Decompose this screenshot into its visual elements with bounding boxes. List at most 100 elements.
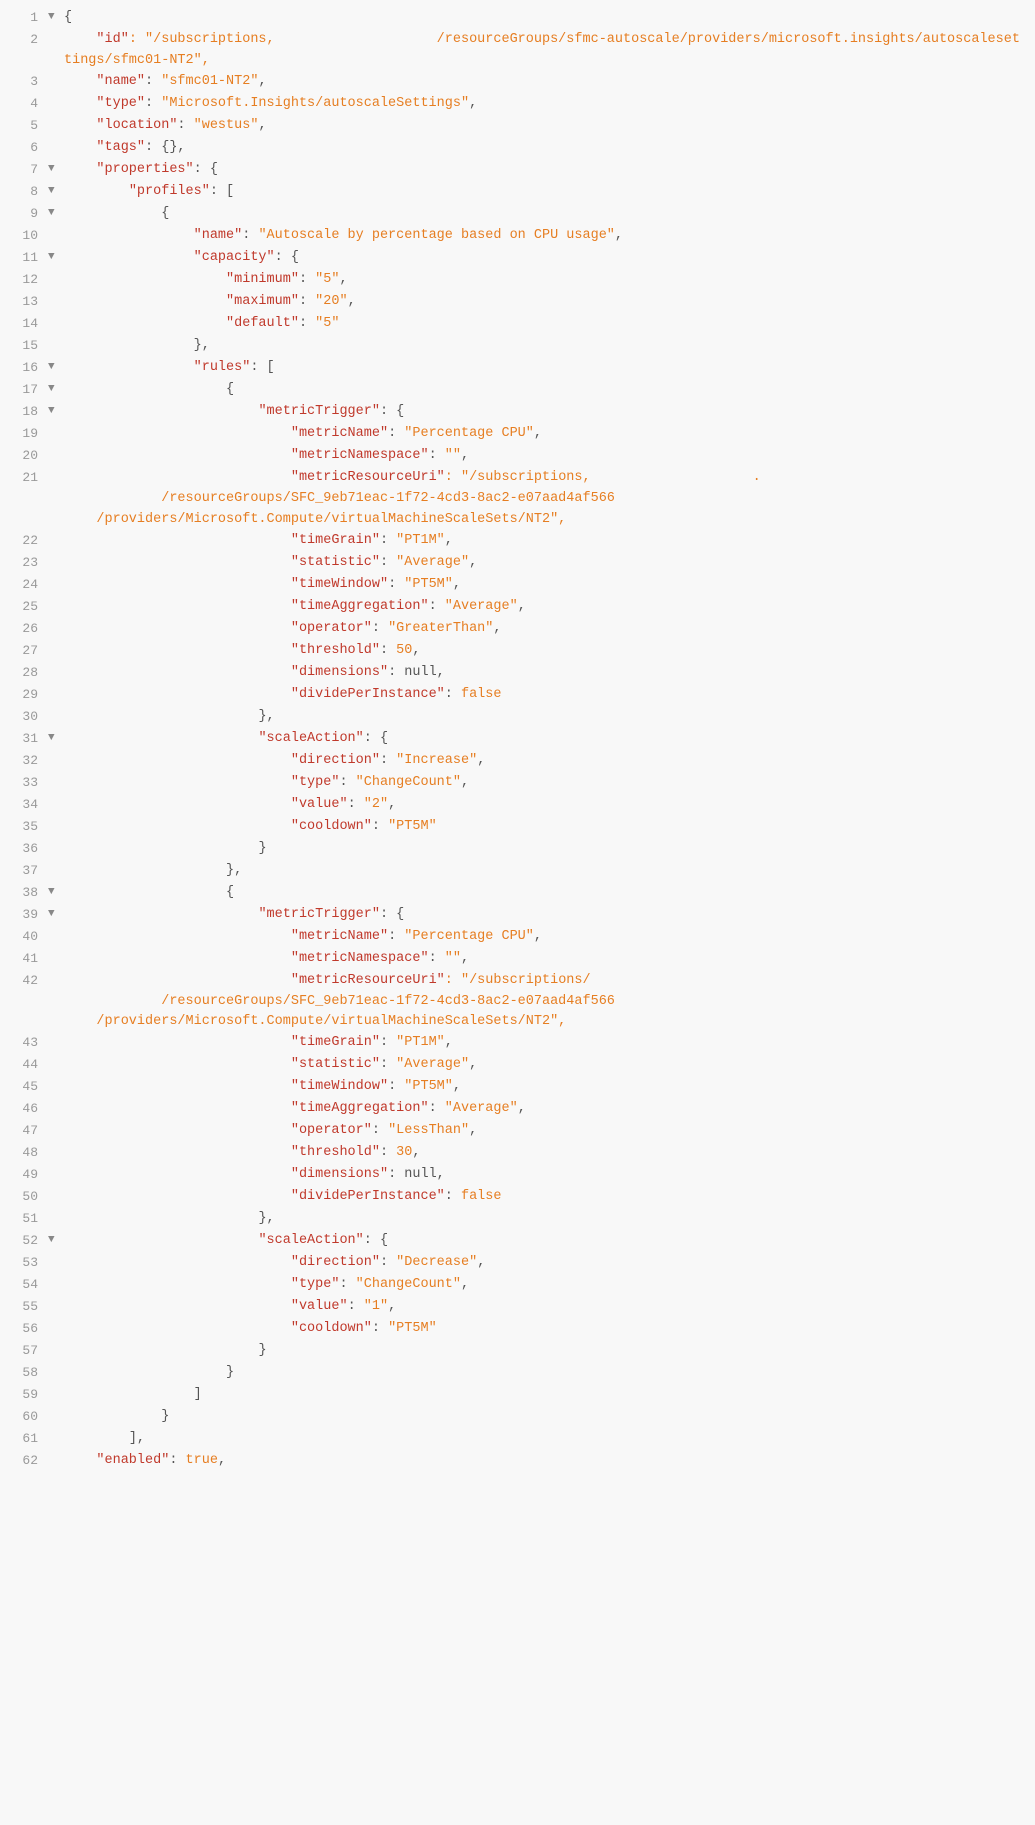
line-number: 2 bbox=[0, 30, 48, 50]
line-content: "enabled": true, bbox=[64, 1451, 1035, 1472]
code-line: 16▼ "rules": [ bbox=[0, 358, 1035, 380]
line-content: "direction": "Decrease", bbox=[64, 1253, 1035, 1274]
fold-arrow bbox=[48, 619, 64, 620]
line-number: 49 bbox=[0, 1165, 48, 1185]
code-line: 38▼ { bbox=[0, 883, 1035, 905]
line-content: "default": "5" bbox=[64, 314, 1035, 335]
line-number: 5 bbox=[0, 116, 48, 136]
fold-arrow[interactable]: ▼ bbox=[48, 1231, 64, 1249]
code-line: 61 ], bbox=[0, 1429, 1035, 1451]
fold-arrow bbox=[48, 1099, 64, 1100]
line-number: 13 bbox=[0, 292, 48, 312]
fold-arrow bbox=[48, 1297, 64, 1298]
code-line: 19 "metricName": "Percentage CPU", bbox=[0, 424, 1035, 446]
code-line: 58 } bbox=[0, 1363, 1035, 1385]
line-number: 4 bbox=[0, 94, 48, 114]
line-content: "tags": {}, bbox=[64, 138, 1035, 159]
line-number: 19 bbox=[0, 424, 48, 444]
fold-arrow bbox=[48, 1033, 64, 1034]
fold-arrow[interactable]: ▼ bbox=[48, 204, 64, 222]
fold-arrow bbox=[48, 468, 64, 469]
fold-arrow bbox=[48, 553, 64, 554]
fold-arrow bbox=[48, 927, 64, 928]
fold-arrow bbox=[48, 1275, 64, 1276]
code-line: 45 "timeWindow": "PT5M", bbox=[0, 1077, 1035, 1099]
fold-arrow bbox=[48, 1451, 64, 1452]
fold-arrow[interactable]: ▼ bbox=[48, 402, 64, 420]
line-content: }, bbox=[64, 861, 1035, 882]
line-number: 33 bbox=[0, 773, 48, 793]
code-line: 11▼ "capacity": { bbox=[0, 248, 1035, 270]
code-container: 1▼{2 "id": "/subscriptions, /resourceGro… bbox=[0, 0, 1035, 1825]
fold-arrow bbox=[48, 1253, 64, 1254]
fold-arrow bbox=[48, 685, 64, 686]
fold-arrow[interactable]: ▼ bbox=[48, 8, 64, 26]
code-line: 33 "type": "ChangeCount", bbox=[0, 773, 1035, 795]
fold-arrow[interactable]: ▼ bbox=[48, 380, 64, 398]
fold-arrow bbox=[48, 336, 64, 337]
line-number: 61 bbox=[0, 1429, 48, 1449]
fold-arrow[interactable]: ▼ bbox=[48, 358, 64, 376]
line-number: 14 bbox=[0, 314, 48, 334]
fold-arrow bbox=[48, 1407, 64, 1408]
line-content: "threshold": 30, bbox=[64, 1143, 1035, 1164]
fold-arrow bbox=[48, 116, 64, 117]
code-line: 17▼ { bbox=[0, 380, 1035, 402]
code-line: 34 "value": "2", bbox=[0, 795, 1035, 817]
line-number: 46 bbox=[0, 1099, 48, 1119]
line-number: 21 bbox=[0, 468, 48, 488]
line-number: 45 bbox=[0, 1077, 48, 1097]
code-line: 13 "maximum": "20", bbox=[0, 292, 1035, 314]
line-content: } bbox=[64, 1341, 1035, 1362]
line-number: 53 bbox=[0, 1253, 48, 1273]
line-number: 8 bbox=[0, 182, 48, 202]
code-line: 28 "dimensions": null, bbox=[0, 663, 1035, 685]
fold-arrow[interactable]: ▼ bbox=[48, 248, 64, 266]
fold-arrow bbox=[48, 839, 64, 840]
fold-arrow bbox=[48, 861, 64, 862]
line-number: 7 bbox=[0, 160, 48, 180]
line-content: "metricName": "Percentage CPU", bbox=[64, 927, 1035, 948]
fold-arrow bbox=[48, 1077, 64, 1078]
fold-arrow bbox=[48, 531, 64, 532]
line-content: "location": "westus", bbox=[64, 116, 1035, 137]
fold-arrow[interactable]: ▼ bbox=[48, 160, 64, 178]
line-number: 23 bbox=[0, 553, 48, 573]
code-line: 23 "statistic": "Average", bbox=[0, 553, 1035, 575]
code-line: 43 "timeGrain": "PT1M", bbox=[0, 1033, 1035, 1055]
code-line: 42 "metricResourceUri": "/subscriptions/… bbox=[0, 971, 1035, 1034]
fold-arrow bbox=[48, 751, 64, 752]
code-line: 44 "statistic": "Average", bbox=[0, 1055, 1035, 1077]
line-number: 39 bbox=[0, 905, 48, 925]
line-content: { bbox=[64, 8, 1035, 29]
line-number: 55 bbox=[0, 1297, 48, 1317]
fold-arrow bbox=[48, 94, 64, 95]
fold-arrow[interactable]: ▼ bbox=[48, 729, 64, 747]
fold-arrow bbox=[48, 446, 64, 447]
code-line: 21 "metricResourceUri": "/subscriptions,… bbox=[0, 468, 1035, 531]
fold-arrow[interactable]: ▼ bbox=[48, 883, 64, 901]
line-content: } bbox=[64, 1407, 1035, 1428]
line-content: "timeAggregation": "Average", bbox=[64, 597, 1035, 618]
line-number: 36 bbox=[0, 839, 48, 859]
code-line: 57 } bbox=[0, 1341, 1035, 1363]
fold-arrow bbox=[48, 949, 64, 950]
line-number: 40 bbox=[0, 927, 48, 947]
line-content: "capacity": { bbox=[64, 248, 1035, 269]
code-line: 32 "direction": "Increase", bbox=[0, 751, 1035, 773]
fold-arrow[interactable]: ▼ bbox=[48, 182, 64, 200]
code-line: 7▼ "properties": { bbox=[0, 160, 1035, 182]
line-number: 35 bbox=[0, 817, 48, 837]
line-number: 28 bbox=[0, 663, 48, 683]
line-content: "scaleAction": { bbox=[64, 729, 1035, 750]
line-content: "type": "Microsoft.Insights/autoscaleSet… bbox=[64, 94, 1035, 115]
line-content: "metricResourceUri": "/subscriptions, . … bbox=[64, 468, 1035, 531]
line-content: "dimensions": null, bbox=[64, 663, 1035, 684]
fold-arrow bbox=[48, 1341, 64, 1342]
fold-arrow bbox=[48, 795, 64, 796]
line-content: "cooldown": "PT5M" bbox=[64, 817, 1035, 838]
line-number: 43 bbox=[0, 1033, 48, 1053]
code-line: 39▼ "metricTrigger": { bbox=[0, 905, 1035, 927]
fold-arrow[interactable]: ▼ bbox=[48, 905, 64, 923]
line-number: 18 bbox=[0, 402, 48, 422]
